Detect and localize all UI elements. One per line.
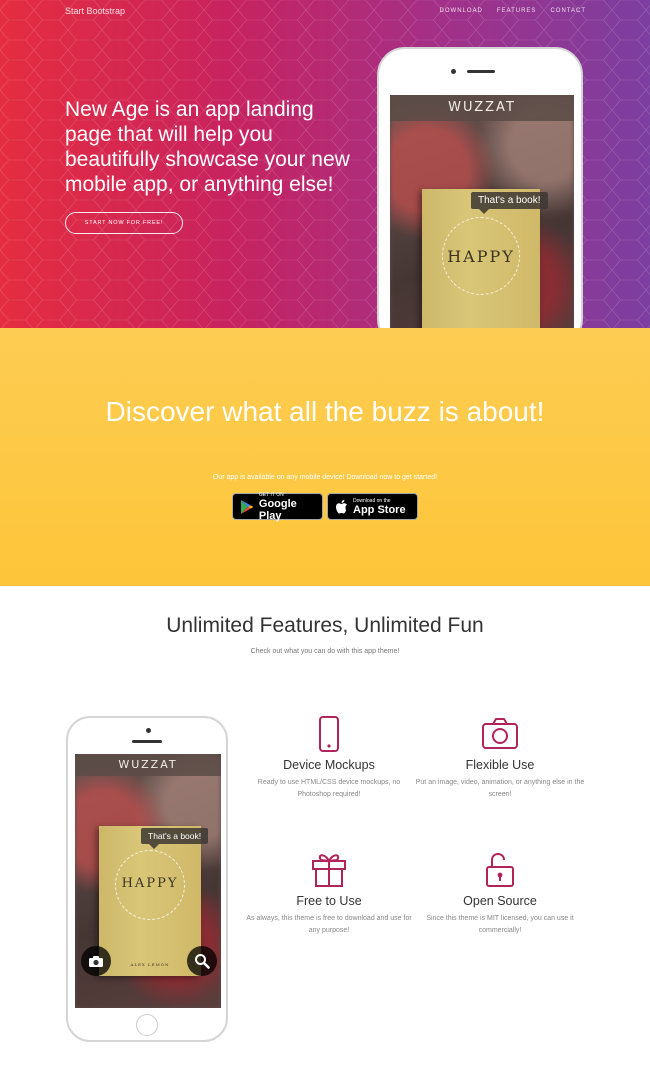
apple-icon [336, 499, 347, 513]
gift-icon [312, 854, 346, 887]
app-title: WUZZAT [75, 754, 221, 776]
feature-open-source: Open Source Since this theme is MIT lice… [415, 850, 585, 937]
app-store-text: Download on the App Store [353, 498, 406, 516]
search-button[interactable] [187, 946, 217, 976]
google-play-badge[interactable]: GET IT ON Google Play [232, 492, 323, 522]
camera-button[interactable] [81, 946, 111, 976]
feature-desc: As always, this theme is free to downloa… [246, 915, 412, 934]
phone-camera [451, 69, 456, 74]
download-section: Discover what all the buzz is about! Our… [0, 328, 650, 586]
feature-title: Open Source [463, 894, 537, 908]
feature-free-to-use: Free to Use As always, this theme is fre… [244, 850, 414, 937]
hero-headline: New Age is an app landing page that will… [65, 98, 350, 196]
features-phone-mockup: WUZZAT HAPPY Alex Lemon That's a book! [66, 716, 228, 1042]
phone-speaker [132, 740, 162, 743]
feature-desc: Put an image, video, animation, or anyth… [415, 779, 585, 798]
download-subtitle: Our app is available on any mobile devic… [212, 474, 438, 481]
feature-title: Device Mockups [283, 758, 375, 772]
camera-icon [89, 955, 103, 967]
unlock-icon [486, 853, 514, 887]
nav-link-features[interactable]: Features [497, 8, 537, 14]
hero-phone-mockup: WUZZAT HAPPY That's a book! [377, 47, 583, 328]
feature-desc: Since this theme is MIT licensed, you ca… [426, 915, 574, 934]
feature-flexible-use: Flexible Use Put an image, video, animat… [415, 716, 585, 801]
phone-screen: WUZZAT HAPPY Alex Lemon That's a book! [75, 754, 221, 1008]
nav-link-contact[interactable]: Contact [550, 8, 586, 14]
camera-icon [482, 718, 518, 749]
phone-screen: WUZZAT HAPPY That's a book! [390, 95, 574, 328]
app-store-badge[interactable]: Download on the App Store [327, 493, 418, 520]
feature-desc: Ready to use HTML/CSS device mockups, no… [257, 779, 401, 798]
nav-brand[interactable]: Start Bootstrap [65, 6, 125, 16]
app-store-big: App Store [353, 503, 406, 516]
book-title: HAPPY [121, 876, 179, 891]
feature-title: Free to Use [296, 894, 362, 908]
thats-a-book-bubble: That's a book! [141, 828, 209, 849]
nav-links: Download Features Contact [440, 8, 586, 14]
app-title: WUZZAT [390, 95, 574, 121]
download-title: Discover what all the buzz is about! [105, 396, 545, 427]
phone-camera [146, 728, 151, 733]
thats-a-book-bubble: That's a book! [471, 192, 548, 214]
search-icon [195, 954, 210, 969]
book-title: HAPPY [447, 247, 515, 266]
google-play-icon [240, 499, 254, 514]
features-title: Unlimited Features, Unlimited Fun [166, 614, 484, 637]
smartphone-icon [319, 716, 339, 752]
features-subtitle: Check out what you can do with this app … [250, 648, 400, 655]
google-play-big: Google Play [258, 497, 297, 522]
phone-speaker [467, 70, 495, 73]
home-button [136, 1014, 158, 1036]
google-play-text: GET IT ON Google Play [259, 492, 322, 522]
features-section: Unlimited Features, Unlimited Fun Check … [0, 586, 650, 1083]
book-author: Alex Lemon [130, 962, 170, 967]
feature-title: Flexible Use [465, 758, 535, 772]
start-now-button[interactable]: Start Now for Free! [65, 212, 183, 234]
feature-device-mockups: Device Mockups Ready to use HTML/CSS dev… [244, 716, 414, 801]
hero-section: Start Bootstrap Download Features Contac… [0, 0, 650, 328]
nav-link-download[interactable]: Download [440, 8, 483, 14]
